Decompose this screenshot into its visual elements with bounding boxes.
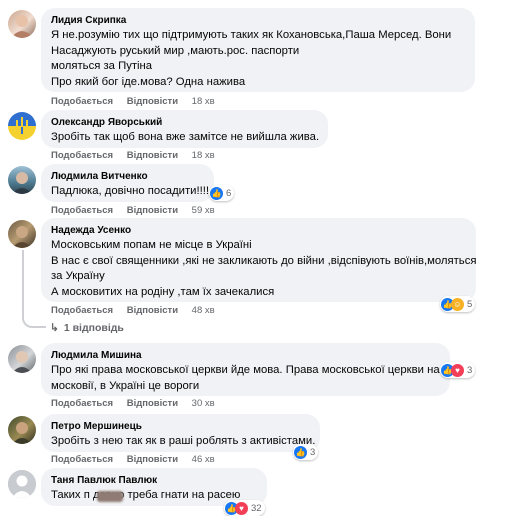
- reaction-count: 32: [251, 502, 262, 514]
- avatar[interactable]: [8, 166, 36, 194]
- comment-time[interactable]: 59 хв: [192, 205, 215, 216]
- comment-line: Московським попам не місце в Україні: [51, 239, 252, 251]
- comment-line: Я не.розумію тих що підтримують таких як…: [51, 29, 452, 41]
- reaction-summary[interactable]: 👍 ♥ 3: [440, 362, 476, 378]
- comment-line: А московитих на родіну ,там їх зачекалис…: [51, 285, 275, 298]
- like-button[interactable]: Подобається: [51, 454, 113, 465]
- comment-bubble: Петро Мершинець Зробіть з нею так як в р…: [41, 414, 320, 452]
- comment-line: московії, в Україні це вороги: [51, 379, 200, 392]
- comment-bubble: Надежда Усенко Московським попам не місц…: [41, 218, 476, 302]
- comment-text: Я не.розумію тих що підтримують таких як…: [51, 28, 465, 90]
- avatar[interactable]: [8, 10, 36, 38]
- avatar-photo: [12, 422, 32, 444]
- comment-actions: Подобається Відповісти 18 хв: [51, 96, 226, 107]
- comment-bubble: Олександр Яворський Зробіть так щоб вона…: [41, 110, 328, 148]
- comment-line: за Україну: [51, 270, 105, 282]
- reaction-summary[interactable]: 👍 6: [209, 185, 235, 201]
- thread-connector: [22, 314, 46, 328]
- comment-author[interactable]: Людмила Мишина: [51, 349, 440, 362]
- view-replies-link[interactable]: ↳ 1 відповідь: [50, 322, 124, 334]
- comment-actions: Подобається Відповісти 59 хв: [51, 205, 226, 216]
- reaction-summary[interactable]: 👍 ♥ 32: [224, 500, 265, 516]
- comment-time[interactable]: 46 хв: [192, 454, 215, 465]
- avatar-photo: [11, 15, 33, 38]
- comment-line: Зробіть з нею так як в раші роблять з ак…: [51, 435, 316, 447]
- reaction-count: 5: [467, 298, 473, 310]
- reply-button[interactable]: Відповісти: [127, 398, 178, 409]
- like-icon: 👍: [210, 186, 223, 200]
- comment-author[interactable]: Петро Мершинець: [51, 420, 310, 433]
- like-icon: 👍: [294, 445, 307, 459]
- haha-icon: ☺: [451, 297, 464, 311]
- reply-button[interactable]: Відповісти: [127, 305, 178, 316]
- avatar-photo: [12, 351, 32, 373]
- comment-line: Падлюка, довічно посадити!!!!: [51, 185, 210, 197]
- comment-time[interactable]: 18 хв: [192, 150, 215, 161]
- avatar[interactable]: [8, 220, 36, 248]
- comment-text: Московським попам не місце в Україні В н…: [51, 238, 477, 300]
- comment-bubble: Лидия Скрипка Я не.розумію тих що підтри…: [41, 8, 475, 92]
- censored-blur: [97, 491, 123, 502]
- replies-count-label: 1 відповідь: [63, 322, 124, 334]
- avatar[interactable]: [8, 416, 36, 444]
- comment-time[interactable]: 18 хв: [192, 96, 215, 107]
- reply-button[interactable]: Відповісти: [127, 96, 178, 107]
- thread-line: [22, 250, 24, 314]
- reaction-summary[interactable]: 👍 ☺ 5: [440, 296, 476, 312]
- comment-line: В нас є свої священники ,які не закликаю…: [51, 254, 477, 267]
- comment-author[interactable]: Лидия Скрипка: [51, 14, 465, 27]
- comment-time[interactable]: 48 хв: [192, 305, 215, 316]
- comment-line: Зробіть так щоб вона вже замітсе не вийш…: [51, 131, 320, 143]
- comment-actions: Подобається Відповісти 30 хв: [51, 398, 226, 409]
- avatar-photo: [12, 226, 32, 248]
- comment-text: Зробіть так щоб вона вже замітсе не вийш…: [51, 130, 320, 146]
- avatar[interactable]: [8, 470, 36, 498]
- reply-arrow-icon: ↳: [50, 322, 59, 334]
- comment-author[interactable]: Надежда Усенко: [51, 224, 466, 237]
- love-icon: ♥: [235, 501, 248, 515]
- avatar[interactable]: [8, 345, 36, 373]
- reaction-count: 3: [310, 446, 316, 458]
- trident-avatar-icon: [8, 112, 36, 140]
- like-button[interactable]: Подобається: [51, 96, 113, 107]
- reply-button[interactable]: Відповісти: [127, 454, 178, 465]
- reaction-summary[interactable]: 👍 3: [293, 444, 319, 460]
- like-button[interactable]: Подобається: [51, 150, 113, 161]
- like-button[interactable]: Подобається: [51, 205, 113, 216]
- avatar[interactable]: [8, 112, 36, 140]
- reaction-count: 3: [467, 364, 473, 376]
- reply-button[interactable]: Відповісти: [127, 205, 178, 216]
- comment-text: Падлюка, довічно посадити!!!!: [51, 184, 210, 200]
- reaction-count: 6: [226, 187, 232, 199]
- default-avatar-icon: [8, 470, 36, 498]
- comment-line: Насаджують руський мир ,мають.рос. паспо…: [51, 44, 300, 57]
- comment-author[interactable]: Таня Павлюк Павлюк: [51, 474, 257, 487]
- comment-line: Про який бог іде.мова? Одна нажива: [51, 75, 246, 88]
- comment-author[interactable]: Людмила Витченко: [51, 170, 204, 183]
- reply-button[interactable]: Відповісти: [127, 150, 178, 161]
- comment-line: моляться за Путіна: [51, 60, 153, 72]
- comment-actions: Подобається Відповісти 18 хв: [51, 150, 226, 161]
- comment-actions: Подобається Відповісти 48 хв: [51, 305, 226, 316]
- comment-author[interactable]: Олександр Яворський: [51, 116, 318, 129]
- comment-text: Зробіть з нею так як в раші роблять з ак…: [51, 434, 316, 450]
- comment-bubble: Людмила Мишина Про які права московської…: [41, 343, 450, 396]
- comment-text: Про які права московської церкви йде мов…: [51, 363, 440, 394]
- comment-bubble: Людмила Витченко Падлюка, довічно посади…: [41, 164, 214, 202]
- love-icon: ♥: [451, 363, 464, 377]
- like-button[interactable]: Подобається: [51, 398, 113, 409]
- avatar-photo: [12, 172, 32, 194]
- comment-time[interactable]: 30 хв: [192, 398, 215, 409]
- comment-actions: Подобається Відповісти 46 хв: [51, 454, 226, 465]
- comment-line: Про які права московської церкви йде мов…: [51, 364, 440, 376]
- like-button[interactable]: Подобається: [51, 305, 113, 316]
